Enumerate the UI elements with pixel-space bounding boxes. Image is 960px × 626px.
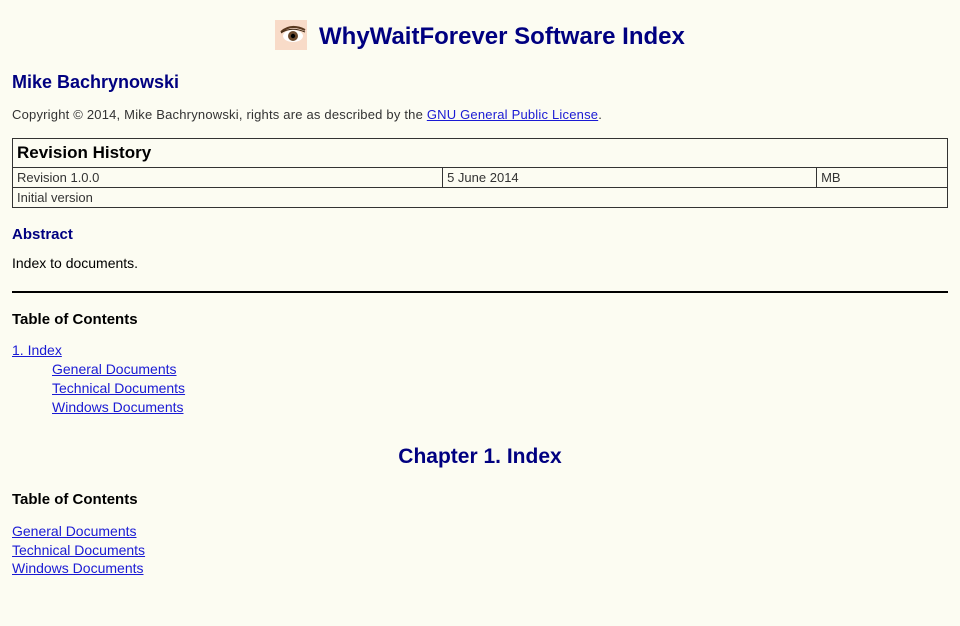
toc-link-windows[interactable]: Windows Documents: [12, 559, 948, 578]
toc-link-general[interactable]: General Documents: [12, 522, 948, 541]
revision-number: Revision 1.0.0: [13, 168, 443, 188]
divider: [12, 291, 948, 293]
chapter-heading: Chapter 1. Index: [12, 445, 948, 469]
revision-initials: MB: [817, 168, 948, 188]
copyright-suffix: .: [598, 107, 602, 122]
revision-date: 5 June 2014: [443, 168, 817, 188]
toc-link-windows[interactable]: Windows Documents: [52, 398, 948, 417]
toc-main: 1. Index General Documents Technical Doc…: [12, 342, 948, 417]
toc-link-general[interactable]: General Documents: [52, 360, 948, 379]
revision-history-table: Revision History Revision 1.0.0 5 June 2…: [12, 138, 948, 208]
toc-heading: Table of Contents: [12, 311, 948, 328]
toc-link-index[interactable]: 1. Index: [12, 342, 948, 358]
toc-heading-chapter: Table of Contents: [12, 491, 948, 508]
revision-description: Initial version: [13, 188, 948, 208]
abstract-heading: Abstract: [12, 226, 948, 243]
toc-sublist: General Documents Technical Documents Wi…: [52, 360, 948, 417]
revision-history-heading: Revision History: [13, 139, 948, 168]
eye-logo-icon: [275, 20, 307, 50]
toc-link-technical[interactable]: Technical Documents: [12, 541, 948, 560]
page-title: WhyWaitForever Software Index: [319, 23, 685, 50]
copyright-line: Copyright © 2014, Mike Bachrynowski, rig…: [12, 107, 948, 122]
page-title-row: WhyWaitForever Software Index: [12, 20, 948, 54]
table-row: Revision 1.0.0 5 June 2014 MB: [13, 168, 948, 188]
toc-chapter: General Documents Technical Documents Wi…: [12, 522, 948, 579]
abstract-body: Index to documents.: [12, 255, 948, 271]
table-row: Initial version: [13, 188, 948, 208]
toc-link-technical[interactable]: Technical Documents: [52, 379, 948, 398]
copyright-prefix: Copyright © 2014, Mike Bachrynowski, rig…: [12, 107, 427, 122]
author-heading: Mike Bachrynowski: [12, 72, 948, 93]
license-link[interactable]: GNU General Public License: [427, 107, 598, 122]
